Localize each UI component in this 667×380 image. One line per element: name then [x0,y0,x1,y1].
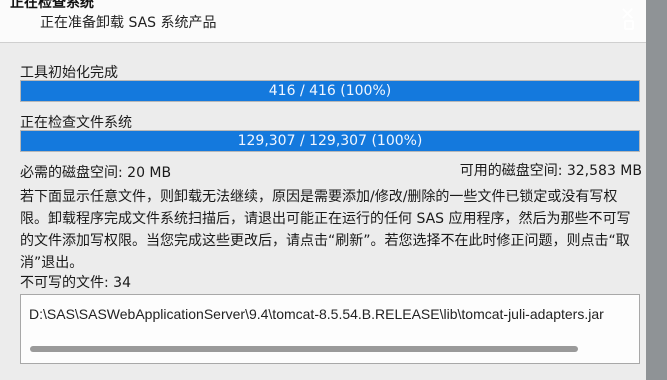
unwritable-files-list[interactable]: D:\SAS\SASWebApplicationServer\9.4\tomca… [20,294,640,364]
init-progress-text: 416 / 416 (100%) [268,83,392,99]
horizontal-scrollbar[interactable] [30,346,578,352]
unwritable-files-count: 不可写的文件: 34 [20,275,131,291]
locked-files-message: 若下面显示任意文件，则卸载无法继续，原因是需要添加/修改/删除的一些文件已锁定或… [20,189,631,271]
header-panel: 正在检查系统 正在准备卸载 SAS 系统产品 [0,0,646,43]
file-path-item[interactable]: D:\SAS\SASWebApplicationServer\9.4\tomca… [29,303,627,325]
restore-icon[interactable] [624,20,634,30]
fs-progress-bar: 129,307 / 129,307 (100%) [20,130,640,152]
fs-progress-text: 129,307 / 129,307 (100%) [237,133,423,149]
installer-window: 正在检查系统 正在准备卸载 SAS 系统产品 工具初始化完成 416 / 416… [0,0,646,380]
header-title: 正在检查系统 [10,0,94,11]
fs-progress-label: 正在检查文件系统 [20,115,132,131]
available-disk-space: 可用的磁盘空间: 32,583 MB [459,163,642,179]
init-progress-label: 工具初始化完成 [20,65,118,81]
header-status: 正在准备卸载 SAS 系统产品 [40,15,217,31]
required-disk-space: 必需的磁盘空间: 20 MB [20,165,172,181]
init-progress-bar: 416 / 416 (100%) [20,80,640,102]
